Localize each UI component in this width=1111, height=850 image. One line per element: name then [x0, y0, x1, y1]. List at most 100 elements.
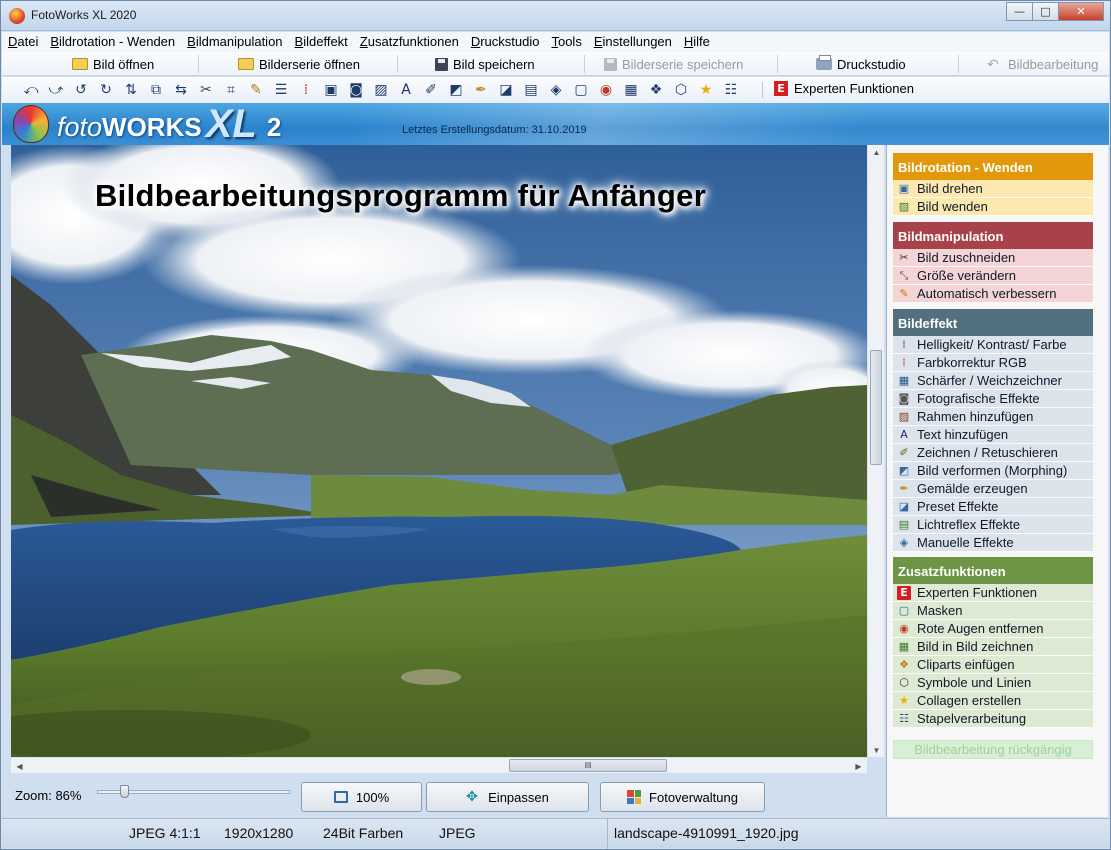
- fit-button[interactable]: ✥ Einpassen: [426, 782, 589, 812]
- close-button[interactable]: ✕: [1058, 2, 1104, 21]
- expert-functions-button[interactable]: E Experten Funktionen: [774, 81, 914, 96]
- zoom-slider[interactable]: [97, 785, 290, 799]
- panel-item-farbkorrektur-rgb[interactable]: ⁞ Farbkorrektur RGB: [893, 354, 1093, 372]
- photo-grid-icon: [627, 790, 642, 804]
- panel-item-preset-effekte[interactable]: ◪ Preset Effekte: [893, 498, 1093, 516]
- rotate-cw-icon[interactable]: ↻: [97, 81, 115, 99]
- panel-item-cliparts-einfügen[interactable]: ❖ Cliparts einfügen: [893, 656, 1093, 674]
- panel-item-stapelverarbeitung[interactable]: ☷ Stapelverarbeitung: [893, 710, 1093, 728]
- balloon-logo-icon: [13, 105, 49, 143]
- morph-icon[interactable]: ◩: [447, 81, 465, 99]
- edit-button[interactable]: ↶ Bildbearbeitung: [987, 55, 1098, 73]
- shapes-icon[interactable]: ⬡: [672, 81, 690, 99]
- manual-effects-icon[interactable]: ◈: [547, 81, 565, 99]
- panel-item-rote-augen-entfernen[interactable]: ◉ Rote Augen entfernen: [893, 620, 1093, 638]
- lens-flare-icon[interactable]: ▤: [522, 81, 540, 99]
- vertical-scroll-thumb[interactable]: [870, 350, 882, 465]
- rgb-icon[interactable]: ⁞: [297, 81, 315, 99]
- save-series-button[interactable]: Bilderserie speichern: [604, 55, 743, 73]
- panel-section-header[interactable]: Bildmanipulation: [893, 222, 1093, 249]
- vertical-scrollbar[interactable]: ▲ ▼: [867, 145, 884, 757]
- panel-item-collagen-erstellen[interactable]: ★ Collagen erstellen: [893, 692, 1093, 710]
- panel-item-bild-drehen[interactable]: ▣ Bild drehen: [893, 180, 1093, 198]
- open-series-button[interactable]: Bilderserie öffnen: [238, 55, 360, 73]
- open-image-button[interactable]: Bild öffnen: [72, 55, 154, 73]
- scroll-down-icon[interactable]: ▼: [868, 743, 885, 757]
- batch-icon[interactable]: ☷: [722, 81, 740, 99]
- photo-manager-button[interactable]: Fotoverwaltung: [600, 782, 765, 812]
- panel-section-header[interactable]: Bildrotation - Wenden: [893, 153, 1093, 180]
- panel-item-text-hinzufügen[interactable]: A Text hinzufügen: [893, 426, 1093, 444]
- panel-item-bild-wenden[interactable]: ▨ Bild wenden: [893, 198, 1093, 216]
- panel-item-experten-funktionen[interactable]: E Experten Funktionen: [893, 584, 1093, 602]
- horizontal-scrollbar[interactable]: ◀ ‖‖ ▶: [11, 757, 867, 773]
- panel-item-label: Farbkorrektur RGB: [917, 355, 1027, 370]
- minimize-button[interactable]: —: [1006, 2, 1032, 21]
- panel-section-header[interactable]: Bildeffekt: [893, 309, 1093, 336]
- draw-icon[interactable]: ✐: [422, 81, 440, 99]
- scissors-icon[interactable]: ✂: [197, 81, 215, 99]
- panel-item-fotografische-effekte[interactable]: ◙ Fotografische Effekte: [893, 390, 1093, 408]
- menu-bildeffekt[interactable]: Bildeffekt: [289, 32, 354, 52]
- panel-item-schärfer-weichzeichner[interactable]: ▦ Schärfer / Weichzeichner: [893, 372, 1093, 390]
- mask-icon[interactable]: ▢: [572, 81, 590, 99]
- rotate-ccw-icon[interactable]: ↺: [72, 81, 90, 99]
- menu-zusatzfunktionen[interactable]: Zusatzfunktionen: [354, 32, 465, 52]
- panel-item-bild-verformen-morphing-[interactable]: ◩ Bild verformen (Morphing): [893, 462, 1093, 480]
- panel-item-bild-zuschneiden[interactable]: ✂ Bild zuschneiden: [893, 249, 1093, 267]
- magic-wand-icon[interactable]: ✎: [247, 81, 265, 99]
- menu-bildmanipulation[interactable]: Bildmanipulation: [181, 32, 288, 52]
- horizontal-scroll-thumb[interactable]: ‖‖: [509, 759, 667, 772]
- rgb-icon: ⁞: [902, 356, 906, 369]
- star-icon[interactable]: ★: [697, 81, 715, 99]
- expert-icon: E: [774, 81, 788, 96]
- panel-item-lichtreflex-effekte[interactable]: ▤ Lichtreflex Effekte: [893, 516, 1093, 534]
- panel-item-symbole-und-linien[interactable]: ⬡ Symbole und Linien: [893, 674, 1093, 692]
- menu-bildrotation-wenden[interactable]: Bildrotation - Wenden: [44, 32, 181, 52]
- zoom-slider-handle[interactable]: [120, 785, 129, 798]
- menu-druckstudio[interactable]: Druckstudio: [465, 32, 546, 52]
- panel-item-masken[interactable]: ▢ Masken: [893, 602, 1093, 620]
- undo-edit-button[interactable]: Bildbearbeitung rückgängig: [893, 740, 1093, 759]
- panel-item-größe-verändern[interactable]: ⤡ Größe verändern: [893, 267, 1093, 285]
- panel-item-rahmen-hinzufügen[interactable]: ▨ Rahmen hinzufügen: [893, 408, 1093, 426]
- picture-in-picture-icon[interactable]: ▦: [622, 81, 640, 99]
- flip-object-icon[interactable]: ⧉: [147, 81, 165, 99]
- menu-datei[interactable]: Datei: [2, 32, 44, 52]
- menu-tools[interactable]: Tools: [545, 32, 587, 52]
- scroll-right-icon[interactable]: ▶: [850, 759, 867, 773]
- sliders-icon[interactable]: ☰: [272, 81, 290, 99]
- status-format-info: JPEG 4:1:1: [129, 825, 201, 841]
- panel-item-gemälde-erzeugen[interactable]: ✒ Gemälde erzeugen: [893, 480, 1093, 498]
- panel-item-automatisch-verbessern[interactable]: ✎ Automatisch verbessern: [893, 285, 1093, 303]
- rotate-left-icon[interactable]: ⤺: [22, 81, 40, 99]
- red-eye-icon[interactable]: ◉: [597, 81, 615, 99]
- text-icon[interactable]: A: [397, 81, 415, 99]
- menu-hilfe[interactable]: Hilfe: [678, 32, 716, 52]
- zoom-100-button[interactable]: 100%: [301, 782, 422, 812]
- maximize-button[interactable]: □: [1032, 2, 1058, 21]
- flip-horizontal-icon[interactable]: ⇆: [172, 81, 190, 99]
- scroll-left-icon[interactable]: ◀: [11, 759, 28, 773]
- paint-icon[interactable]: ✒: [472, 81, 490, 99]
- camera-icon[interactable]: ◙: [347, 81, 365, 99]
- print-studio-button[interactable]: Druckstudio: [816, 55, 906, 73]
- rotate-right-icon[interactable]: ⤻: [47, 81, 65, 99]
- frame-icon[interactable]: ▨: [372, 81, 390, 99]
- panel-item-manuelle-effekte[interactable]: ◈ Manuelle Effekte: [893, 534, 1093, 552]
- panel-section-header[interactable]: Zusatzfunktionen: [893, 557, 1093, 584]
- print-studio-label: Druckstudio: [837, 56, 906, 72]
- preset-icon[interactable]: ◪: [497, 81, 515, 99]
- save-image-button[interactable]: Bild speichern: [435, 55, 535, 73]
- panel-item-helligkeit-kontrast-farbe[interactable]: ⁞ Helligkeit/ Kontrast/ Farbe: [893, 336, 1093, 354]
- image-canvas[interactable]: Bildbearbeitungsprogramm für Anfänger: [11, 145, 867, 757]
- flip-vertical-icon[interactable]: ⇅: [122, 81, 140, 99]
- panel-section-bildeffekt: Bildeffekt ⁞ Helligkeit/ Kontrast/ Farbe ⁞ F…: [893, 309, 1093, 552]
- panel-item-bild-in-bild-zeichnen[interactable]: ▦ Bild in Bild zeichnen: [893, 638, 1093, 656]
- menu-einstellungen[interactable]: Einstellungen: [588, 32, 678, 52]
- sharpen-icon[interactable]: ▣: [322, 81, 340, 99]
- clipart-icon[interactable]: ❖: [647, 81, 665, 99]
- panel-item-zeichnen-retuschieren[interactable]: ✐ Zeichnen / Retuschieren: [893, 444, 1093, 462]
- crop-icon[interactable]: ⌗: [222, 81, 240, 99]
- scroll-up-icon[interactable]: ▲: [868, 145, 885, 159]
